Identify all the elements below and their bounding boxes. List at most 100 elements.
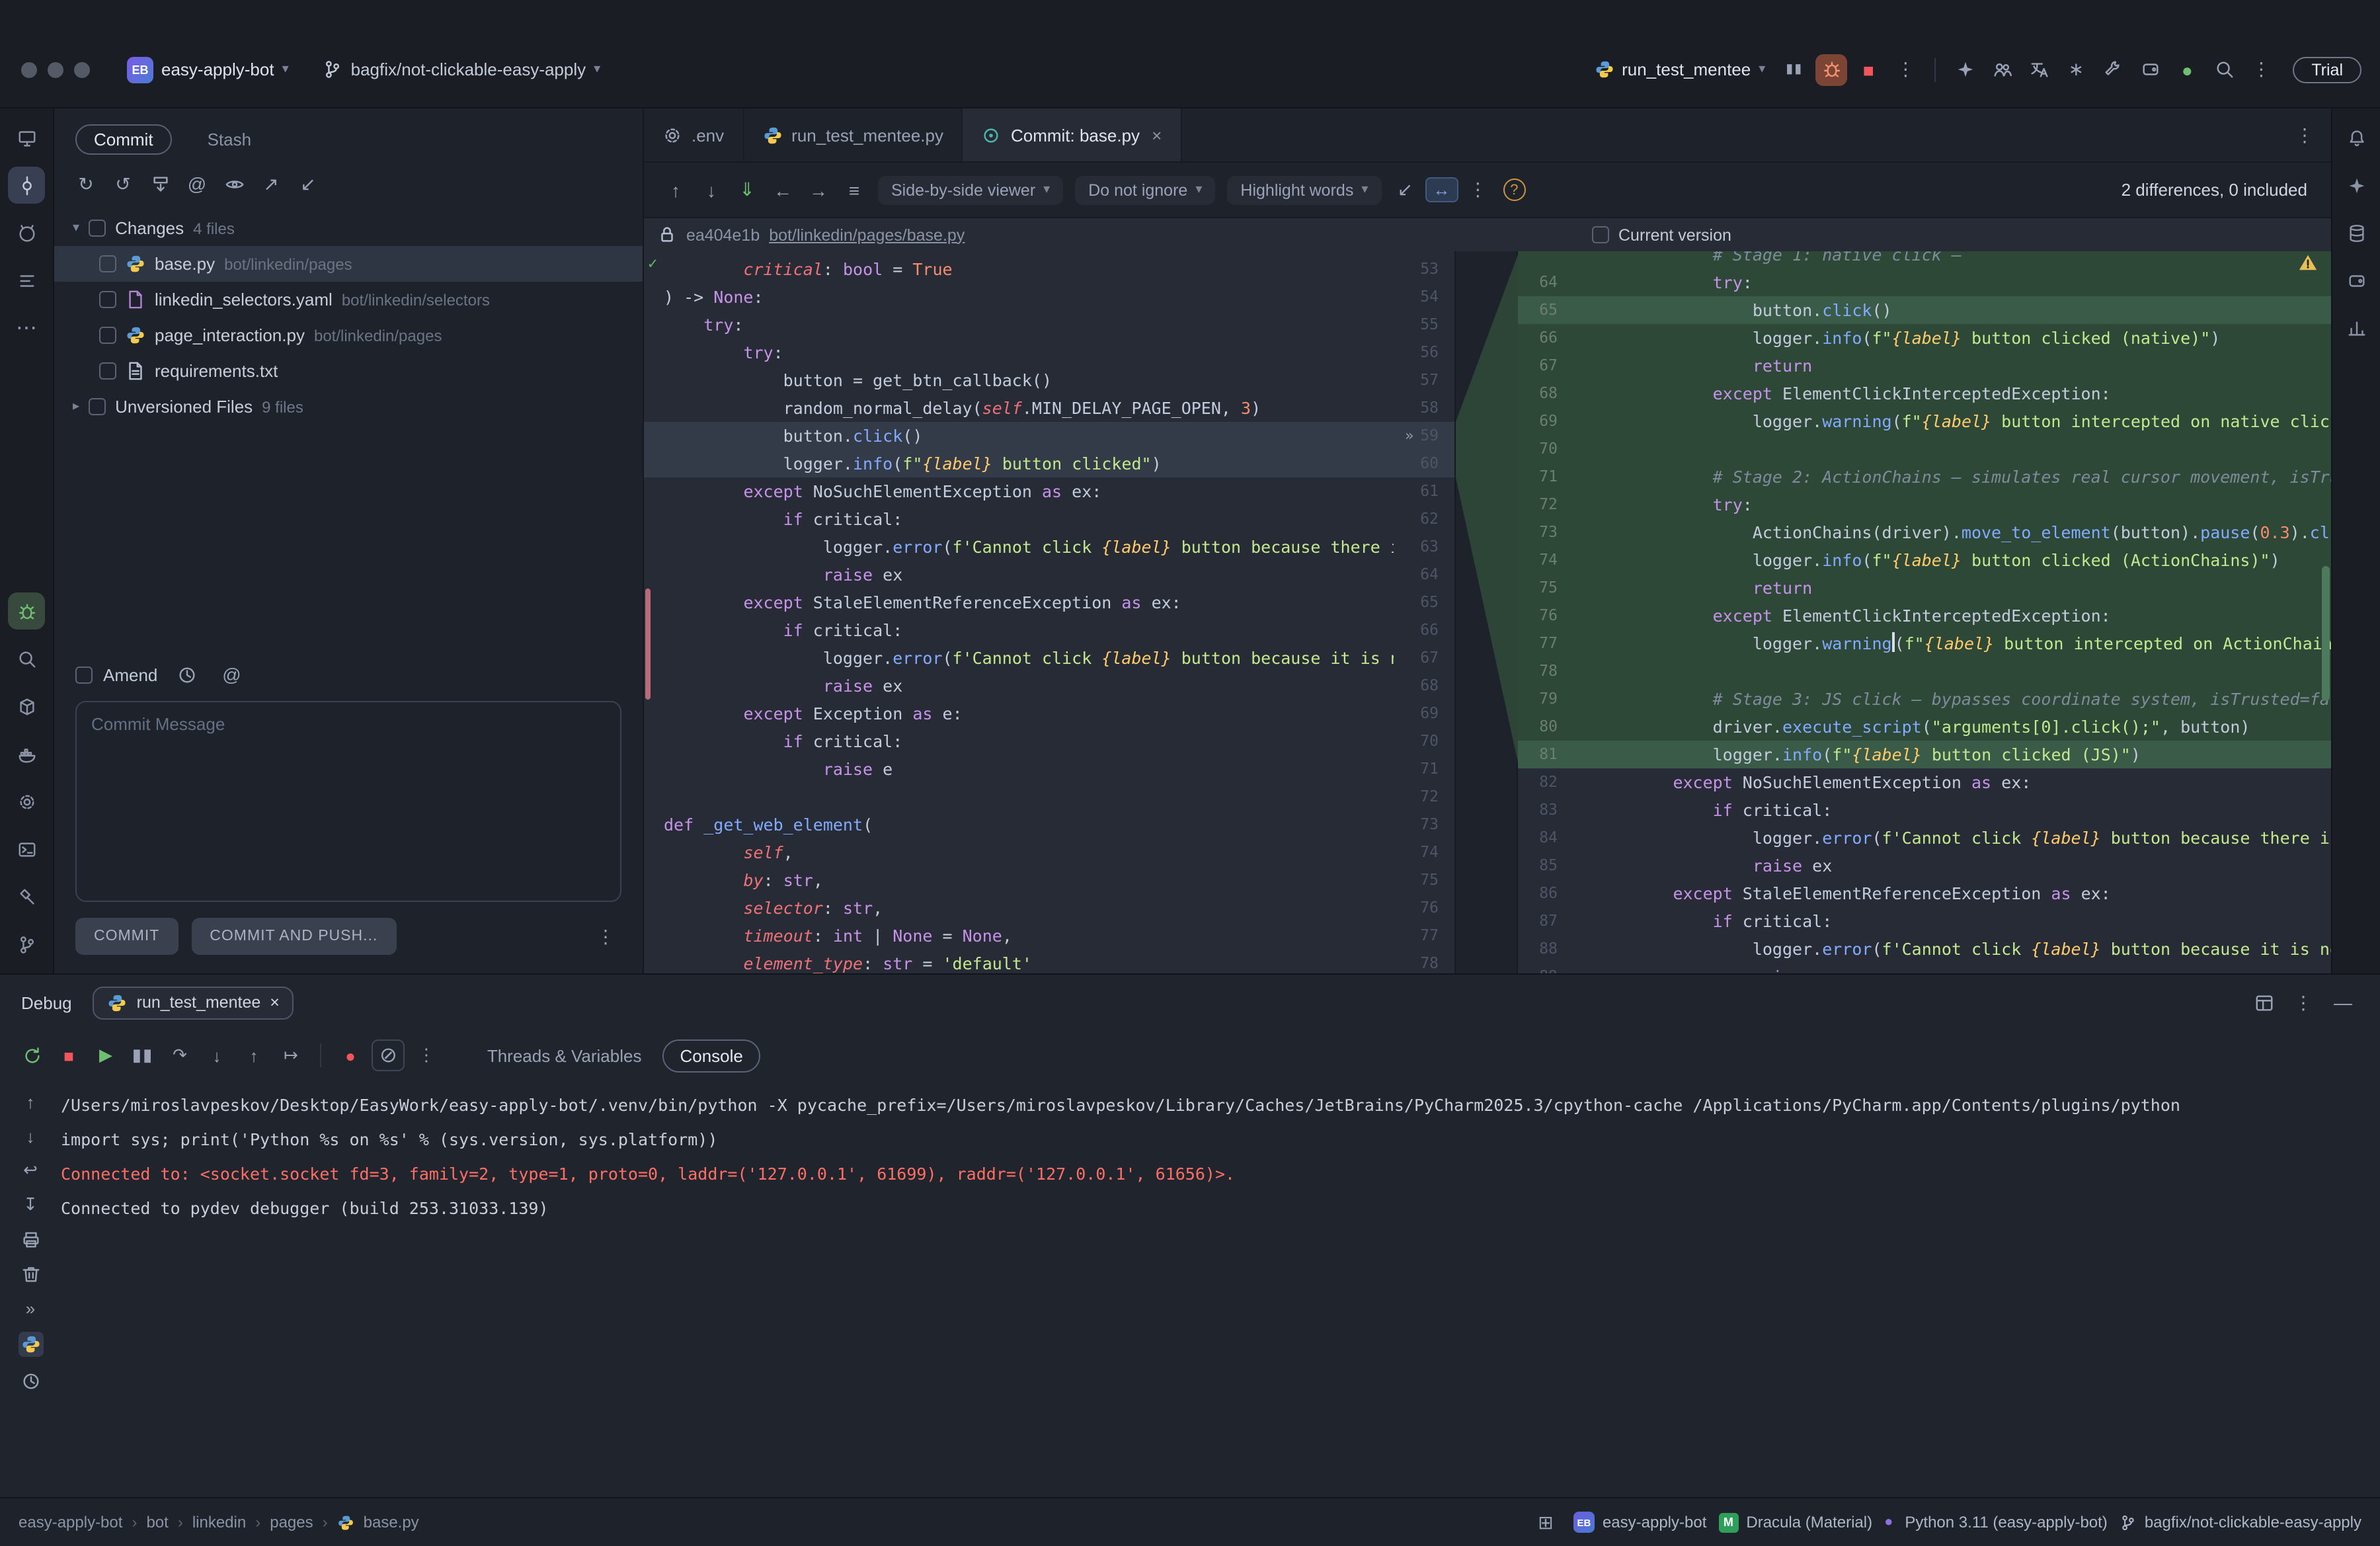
notifications-tool-icon[interactable] [2338, 119, 2375, 156]
mute-breakpoints-icon[interactable]: ⊘ [372, 1039, 405, 1071]
commit-message-input[interactable] [75, 701, 621, 902]
line-number[interactable]: 64 [1394, 561, 1454, 589]
line-number[interactable]: 74 [1518, 546, 1576, 574]
collapse-unchanged-icon[interactable]: ↙ [1389, 174, 1421, 206]
clear-console-icon[interactable] [15, 1263, 46, 1284]
breadcrumb-item[interactable]: linkedin [192, 1513, 246, 1531]
line-number[interactable]: 77 [1394, 922, 1454, 950]
commit-author-icon[interactable]: @ [216, 661, 247, 688]
amend-checkbox[interactable] [75, 666, 93, 683]
code-line[interactable]: 66 logger.info(f"{label} button clicked … [1518, 324, 2331, 352]
line-number[interactable]: 57 [1394, 366, 1454, 394]
code-line[interactable]: 65 button.click() [1518, 296, 2331, 324]
code-line[interactable]: button.click()»59 [644, 422, 1454, 450]
line-number[interactable]: 70 [1394, 727, 1454, 755]
line-number[interactable]: 66 [1394, 616, 1454, 644]
code-line[interactable]: 75 return [1518, 574, 2331, 602]
profiler-status-icon[interactable]: ● [2171, 54, 2203, 85]
code-line[interactable]: 72 [644, 783, 1454, 811]
line-number[interactable]: 72 [1394, 783, 1454, 811]
step-into-icon[interactable]: ↓ [201, 1039, 233, 1071]
shelve-icon[interactable] [144, 168, 176, 200]
profiler-tool-icon[interactable] [2338, 309, 2375, 346]
code-line[interactable]: try:55 [644, 311, 1454, 339]
unversioned-checkbox[interactable] [89, 398, 106, 415]
more-toolbar-icon[interactable]: ⋮ [2245, 54, 2277, 85]
search-everywhere-icon[interactable] [2208, 54, 2240, 85]
line-number[interactable]: 74 [1394, 838, 1454, 866]
line-number[interactable] [1518, 251, 1576, 268]
print-icon[interactable] [15, 1229, 46, 1250]
code-line[interactable]: 82 except NoSuchElementException as ex: [1518, 768, 2331, 796]
breadcrumb-item[interactable]: base.py [364, 1513, 419, 1531]
help-icon[interactable]: ? [1503, 179, 1525, 201]
code-line[interactable]: logger.info(f"{label} button clicked")60 [644, 450, 1454, 477]
debug-tool-icon[interactable] [8, 592, 45, 630]
find-tool-icon[interactable] [8, 640, 45, 677]
code-line[interactable]: try:56 [644, 339, 1454, 366]
code-line[interactable]: 81 logger.info(f"{label} button clicked … [1518, 741, 2331, 768]
terminal-tool-icon[interactable] [8, 831, 45, 868]
code-line[interactable]: raise ex68 [644, 672, 1454, 700]
next-change-icon[interactable]: ↓ [695, 174, 727, 206]
debug-button[interactable] [1815, 54, 1847, 85]
chevron-down-icon[interactable]: ▾ [73, 221, 79, 235]
version-control-tool-icon[interactable] [8, 926, 45, 963]
line-number[interactable]: 67 [1518, 352, 1576, 380]
docker-tool-icon[interactable] [8, 735, 45, 772]
breadcrumb-item[interactable]: easy-apply-bot [19, 1513, 122, 1531]
line-number[interactable]: 77 [1518, 630, 1576, 657]
project-selector[interactable]: EB easy-apply-bot ▾ [116, 52, 299, 87]
view-breakpoints-icon[interactable]: ● [335, 1039, 366, 1071]
line-number[interactable]: 84 [1518, 824, 1576, 852]
line-number[interactable]: 54 [1394, 283, 1454, 311]
pause-button[interactable]: ▮▮ [1778, 54, 1810, 85]
line-number[interactable]: 75 [1518, 574, 1576, 602]
line-number[interactable]: 68 [1394, 672, 1454, 700]
code-line[interactable]: if critical:70 [644, 727, 1454, 755]
line-number[interactable]: 89 [1518, 963, 1576, 973]
line-number[interactable]: 81 [1518, 741, 1576, 768]
hide-panel-icon[interactable]: — [2327, 987, 2359, 1018]
python-packages-tool-icon[interactable] [8, 688, 45, 725]
code-line[interactable]: logger.error(f'Cannot click {label} butt… [644, 644, 1454, 672]
line-number[interactable]: 70 [1518, 435, 1576, 463]
apply-non-conflicting-icon[interactable]: ⇓ [731, 174, 763, 206]
line-number[interactable]: 55 [1394, 311, 1454, 339]
code-line[interactable]: 87 if critical: [1518, 907, 2331, 935]
close-session-icon[interactable]: × [270, 993, 280, 1012]
translate-icon[interactable] [2023, 54, 2055, 85]
code-line[interactable]: 79 # Stage 3: JS click — bypasses coordi… [1518, 685, 2331, 713]
settings-tool-icon[interactable] [8, 783, 45, 820]
code-with-me-icon[interactable] [1986, 54, 2018, 85]
structure-tool-icon[interactable] [8, 262, 45, 299]
rerun-debug-icon[interactable] [16, 1039, 48, 1071]
line-number[interactable]: 65 [1394, 589, 1454, 616]
tab-threads-variables[interactable]: Threads & Variables [471, 1040, 658, 1071]
grid-icon[interactable]: ⊞ [1530, 1506, 1562, 1538]
diff-right-pane[interactable]: # Stage 1: native click —64 try:65 butto… [1518, 251, 2331, 973]
file-checkbox[interactable] [99, 255, 116, 272]
trial-badge[interactable]: Trial [2293, 56, 2361, 83]
code-line[interactable]: # Stage 1: native click — [1518, 251, 2331, 268]
current-version-checkbox[interactable] [1592, 226, 1609, 243]
collapse-all-icon[interactable]: ↙ [292, 168, 324, 200]
highlight-mode-select[interactable]: Highlight words ▾ [1227, 175, 1381, 204]
previous-file-icon[interactable]: ← [767, 174, 799, 206]
code-line[interactable]: 74 logger.info(f"{label} button clicked … [1518, 546, 2331, 574]
code-line[interactable]: 86 except StaleElementReferenceException… [1518, 879, 2331, 907]
changelist-mask-icon[interactable]: @ [181, 168, 213, 200]
zoom-window-button[interactable] [74, 61, 90, 77]
up-stack-icon[interactable]: ↑ [15, 1091, 46, 1112]
history-icon[interactable] [15, 1370, 46, 1391]
dependencies-tool-icon[interactable] [2338, 262, 2375, 299]
code-line[interactable]: except StaleElementReferenceException as… [644, 589, 1454, 616]
debug-options-icon[interactable]: ⋮ [2287, 987, 2319, 1018]
code-line[interactable]: selector: str,76 [644, 894, 1454, 922]
line-number[interactable]: 64 [1518, 268, 1576, 296]
changes-group-row[interactable]: ▾ Changes 4 files [54, 210, 643, 246]
line-number[interactable]: 69 [1394, 700, 1454, 727]
scroll-to-end-icon[interactable]: ↧ [15, 1194, 46, 1215]
code-line[interactable]: 71 # Stage 2: ActionChains — simulates r… [1518, 463, 2331, 491]
code-line[interactable]: element_type: str = 'default'78 [644, 950, 1454, 973]
